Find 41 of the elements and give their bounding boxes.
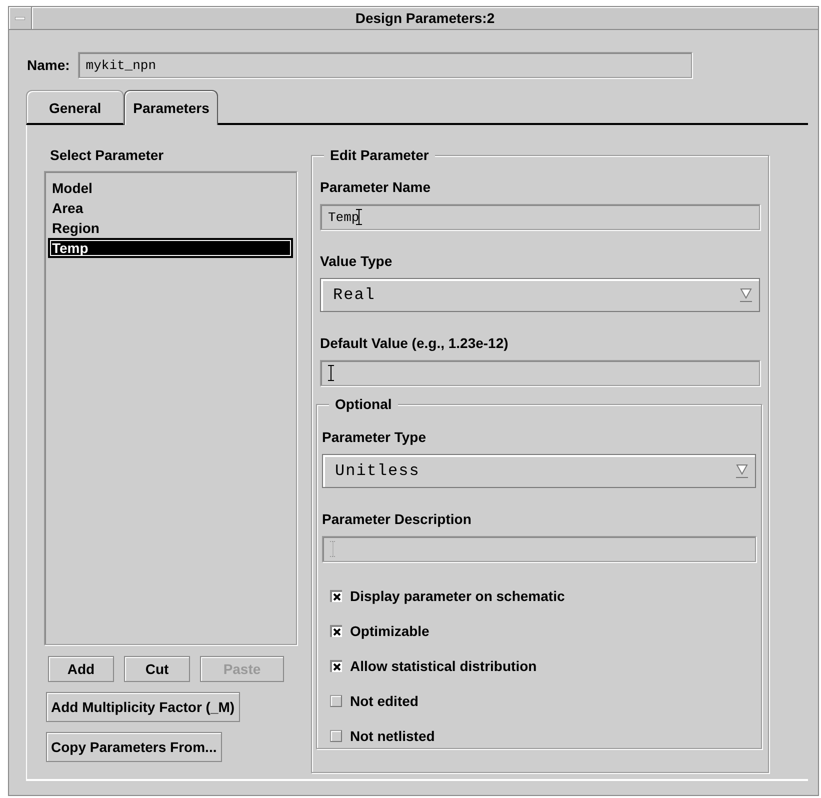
list-item[interactable]: Region (48, 218, 293, 238)
list-title: Select Parameter (50, 147, 165, 163)
field-label: Name: (27, 57, 70, 73)
field-label: Value Type (320, 253, 394, 269)
dropdown-arrow-icon (735, 463, 749, 479)
name-field[interactable]: mykit_npn (78, 52, 692, 78)
action-button[interactable]: Add Multiplicity Factor (_M) (46, 692, 240, 722)
checkbox-label: Display parameter on schematic (350, 587, 565, 605)
checkbox-label: Not netlisted (350, 727, 435, 745)
action-button[interactable]: Copy Parameters From... (46, 732, 222, 762)
checkbox[interactable] (330, 730, 342, 742)
text-field[interactable] (320, 360, 760, 386)
list-item[interactable]: Temp (48, 238, 293, 258)
dropdown[interactable]: Unitless (322, 454, 756, 488)
window-menu-button[interactable] (9, 7, 32, 29)
tab[interactable]: Parameters (124, 90, 218, 125)
text-cursor-icon (330, 541, 336, 557)
checkbox-label: Allow statistical distribution (350, 657, 537, 675)
text-cursor-icon (328, 365, 334, 381)
checkbox[interactable] (330, 625, 342, 637)
checkbox[interactable] (330, 660, 342, 672)
field-label: Parameter Type (322, 429, 428, 445)
tab[interactable]: General (26, 90, 124, 125)
field-label: Parameter Name (320, 179, 432, 195)
text-field[interactable]: Temp (320, 204, 760, 230)
field-label: Parameter Description (322, 511, 472, 527)
checkbox-label: Not edited (350, 692, 418, 710)
list-button[interactable]: Add (48, 656, 114, 682)
window-title: Design Parameters:2 (32, 7, 818, 29)
group-title: Optional (329, 396, 398, 412)
bar-icon (15, 16, 25, 20)
group-title: Edit Parameter (324, 147, 435, 163)
checkbox-label: Optimizable (350, 622, 430, 640)
list-button[interactable]: Cut (124, 656, 190, 682)
field-label: Default Value (e.g., 1.23e-12) (320, 335, 510, 351)
checkbox[interactable] (330, 695, 342, 707)
list-item[interactable]: Area (48, 198, 293, 218)
dropdown-arrow-icon (739, 287, 753, 303)
checkbox[interactable] (330, 590, 342, 602)
list-item[interactable]: Model (48, 178, 293, 198)
dropdown[interactable]: Real (320, 278, 760, 312)
